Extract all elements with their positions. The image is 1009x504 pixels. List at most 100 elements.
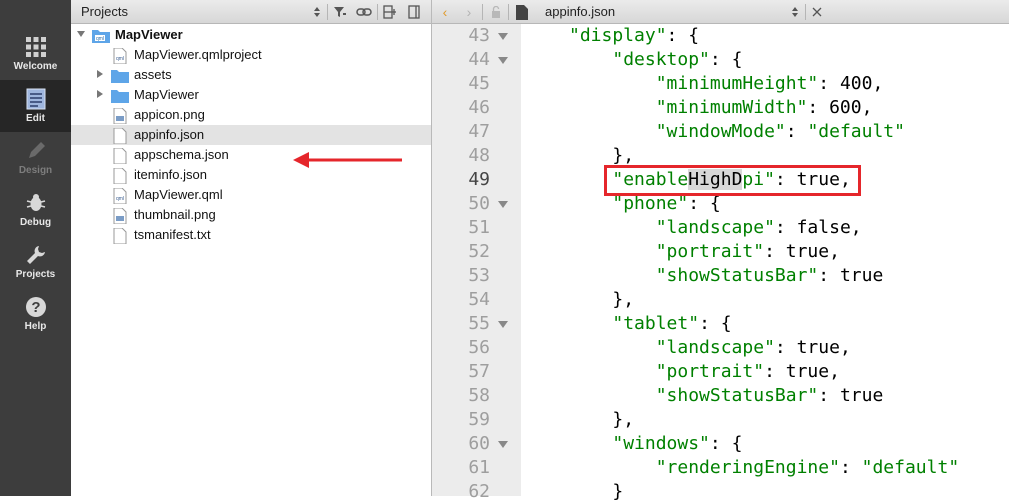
tree-item-label: thumbnail.png bbox=[134, 207, 216, 222]
wrench-icon bbox=[26, 246, 45, 264]
view-selector-chevron-icon[interactable] bbox=[311, 3, 323, 21]
line-number: 47 bbox=[468, 121, 490, 142]
mode-welcome-label: Welcome bbox=[13, 61, 58, 72]
fold-arrow-icon[interactable] bbox=[498, 441, 508, 448]
line-number: 44 bbox=[468, 49, 490, 70]
svg-text:qml: qml bbox=[116, 196, 124, 202]
code-line[interactable]: 60 "windows": { bbox=[432, 432, 1009, 456]
line-text: }, bbox=[612, 289, 635, 310]
tree-item-appicon[interactable]: appicon.png bbox=[71, 105, 431, 125]
projects-panel-title: Projects bbox=[81, 4, 128, 19]
line-text: "renderingEngine": "default" bbox=[655, 457, 960, 478]
mode-edit-label: Edit bbox=[26, 113, 45, 124]
mode-help[interactable]: ? Help bbox=[0, 288, 71, 340]
mode-edit[interactable]: Edit bbox=[0, 80, 71, 132]
split-icon[interactable] bbox=[381, 3, 399, 21]
fold-arrow-icon[interactable] bbox=[498, 321, 508, 328]
line-text: "windows": { bbox=[612, 433, 743, 454]
line-text: "showStatusBar": true bbox=[655, 385, 884, 406]
line-number: 55 bbox=[468, 313, 490, 334]
grid-icon bbox=[25, 37, 46, 57]
expanded-arrow-icon[interactable] bbox=[76, 29, 86, 41]
close-sidebar-icon[interactable] bbox=[405, 3, 423, 21]
tree-item-label: MapViewer.qml bbox=[134, 187, 223, 202]
fold-arrow-icon[interactable] bbox=[498, 201, 508, 208]
line-number: 49 bbox=[468, 169, 490, 190]
tree-item-thumbnail[interactable]: thumbnail.png bbox=[71, 205, 431, 225]
code-line[interactable]: 45 "minimumHeight": 400, bbox=[432, 72, 1009, 96]
code-line[interactable]: 46 "minimumWidth": 600, bbox=[432, 96, 1009, 120]
mode-debug[interactable]: Debug bbox=[0, 184, 71, 236]
tree-item-label: appicon.png bbox=[134, 107, 205, 122]
tree-item-appinfo[interactable]: appinfo.json bbox=[71, 125, 431, 145]
code-line[interactable]: 44 "desktop": { bbox=[432, 48, 1009, 72]
line-number: 52 bbox=[468, 241, 490, 262]
collapsed-arrow-icon[interactable] bbox=[95, 69, 105, 81]
tree-item-label: MapViewer.qmlproject bbox=[134, 47, 262, 62]
mode-sidebar: Welcome Edit Design Debug Projects ? Hel… bbox=[0, 0, 71, 496]
code-line[interactable]: 62 } bbox=[432, 480, 1009, 504]
line-number: 54 bbox=[468, 289, 490, 310]
close-file-icon[interactable] bbox=[809, 3, 825, 21]
code-line[interactable]: 59 }, bbox=[432, 408, 1009, 432]
mode-design[interactable]: Design bbox=[0, 132, 71, 184]
mode-projects-label: Projects bbox=[15, 269, 56, 280]
tree-item-label: appinfo.json bbox=[134, 127, 205, 142]
code-line[interactable]: 47 "windowMode": "default" bbox=[432, 120, 1009, 144]
tree-item-mapviewer-folder[interactable]: MapViewer bbox=[71, 85, 431, 105]
pencil-icon bbox=[28, 142, 45, 158]
mode-welcome[interactable]: Welcome bbox=[0, 28, 71, 80]
file-selector-chevron-icon[interactable] bbox=[789, 3, 801, 21]
line-text: "display": { bbox=[569, 25, 700, 46]
tree-item-assets[interactable]: assets bbox=[71, 65, 431, 85]
tree-item-label: assets bbox=[134, 67, 172, 82]
line-text: "minimumWidth": 600, bbox=[655, 97, 873, 118]
code-line[interactable]: 61 "renderingEngine": "default" bbox=[432, 456, 1009, 480]
line-text: }, bbox=[612, 409, 635, 430]
highlight-annotation-box bbox=[604, 165, 861, 196]
qml-folder-icon: qml bbox=[92, 28, 110, 46]
tree-item-tsmanifest[interactable]: tsmanifest.txt bbox=[71, 225, 431, 245]
code-line[interactable]: 54 }, bbox=[432, 288, 1009, 312]
forward-arrow-icon[interactable]: › bbox=[462, 3, 476, 21]
line-number: 57 bbox=[468, 361, 490, 382]
lock-icon[interactable] bbox=[488, 3, 504, 21]
line-number: 61 bbox=[468, 457, 490, 478]
mode-debug-label: Debug bbox=[19, 217, 52, 228]
code-line[interactable]: 52 "portrait": true, bbox=[432, 240, 1009, 264]
line-text: } bbox=[612, 481, 624, 502]
tree-item-qmlproject[interactable]: qml MapViewer.qmlproject bbox=[71, 45, 431, 65]
code-line[interactable]: 51 "landscape": false, bbox=[432, 216, 1009, 240]
line-number: 48 bbox=[468, 145, 490, 166]
filter-icon[interactable] bbox=[331, 3, 349, 21]
collapsed-arrow-icon[interactable] bbox=[95, 89, 105, 101]
file-icon bbox=[113, 227, 127, 247]
line-text: "landscape": true, bbox=[655, 337, 851, 358]
folder-icon bbox=[111, 68, 129, 86]
fold-arrow-icon[interactable] bbox=[498, 57, 508, 64]
line-text: "windowMode": "default" bbox=[655, 121, 905, 142]
folder-icon bbox=[111, 88, 129, 106]
code-line[interactable]: 56 "landscape": true, bbox=[432, 336, 1009, 360]
tree-item-label: MapViewer bbox=[115, 27, 183, 42]
bug-icon bbox=[26, 194, 45, 211]
tree-item-mapviewer-root[interactable]: qml MapViewer bbox=[71, 25, 431, 45]
code-line[interactable]: 53 "showStatusBar": true bbox=[432, 264, 1009, 288]
code-line[interactable]: 43 "display": { bbox=[432, 24, 1009, 48]
open-file-title: appinfo.json bbox=[545, 4, 616, 19]
code-line[interactable]: 57 "portrait": true, bbox=[432, 360, 1009, 384]
line-number: 51 bbox=[468, 217, 490, 238]
back-arrow-icon[interactable]: ‹ bbox=[438, 3, 452, 21]
annotation-arrow-icon bbox=[293, 152, 402, 168]
line-number: 59 bbox=[468, 409, 490, 430]
line-number: 58 bbox=[468, 385, 490, 406]
code-line[interactable]: 55 "tablet": { bbox=[432, 312, 1009, 336]
tree-item-mapviewer-qml[interactable]: qml MapViewer.qml bbox=[71, 185, 431, 205]
fold-arrow-icon[interactable] bbox=[498, 33, 508, 40]
code-line[interactable]: 58 "showStatusBar": true bbox=[432, 384, 1009, 408]
link-icon[interactable] bbox=[354, 3, 374, 21]
line-text: "showStatusBar": true bbox=[655, 265, 884, 286]
line-number: 45 bbox=[468, 73, 490, 94]
svg-text:?: ? bbox=[31, 299, 40, 316]
mode-projects[interactable]: Projects bbox=[0, 236, 71, 288]
